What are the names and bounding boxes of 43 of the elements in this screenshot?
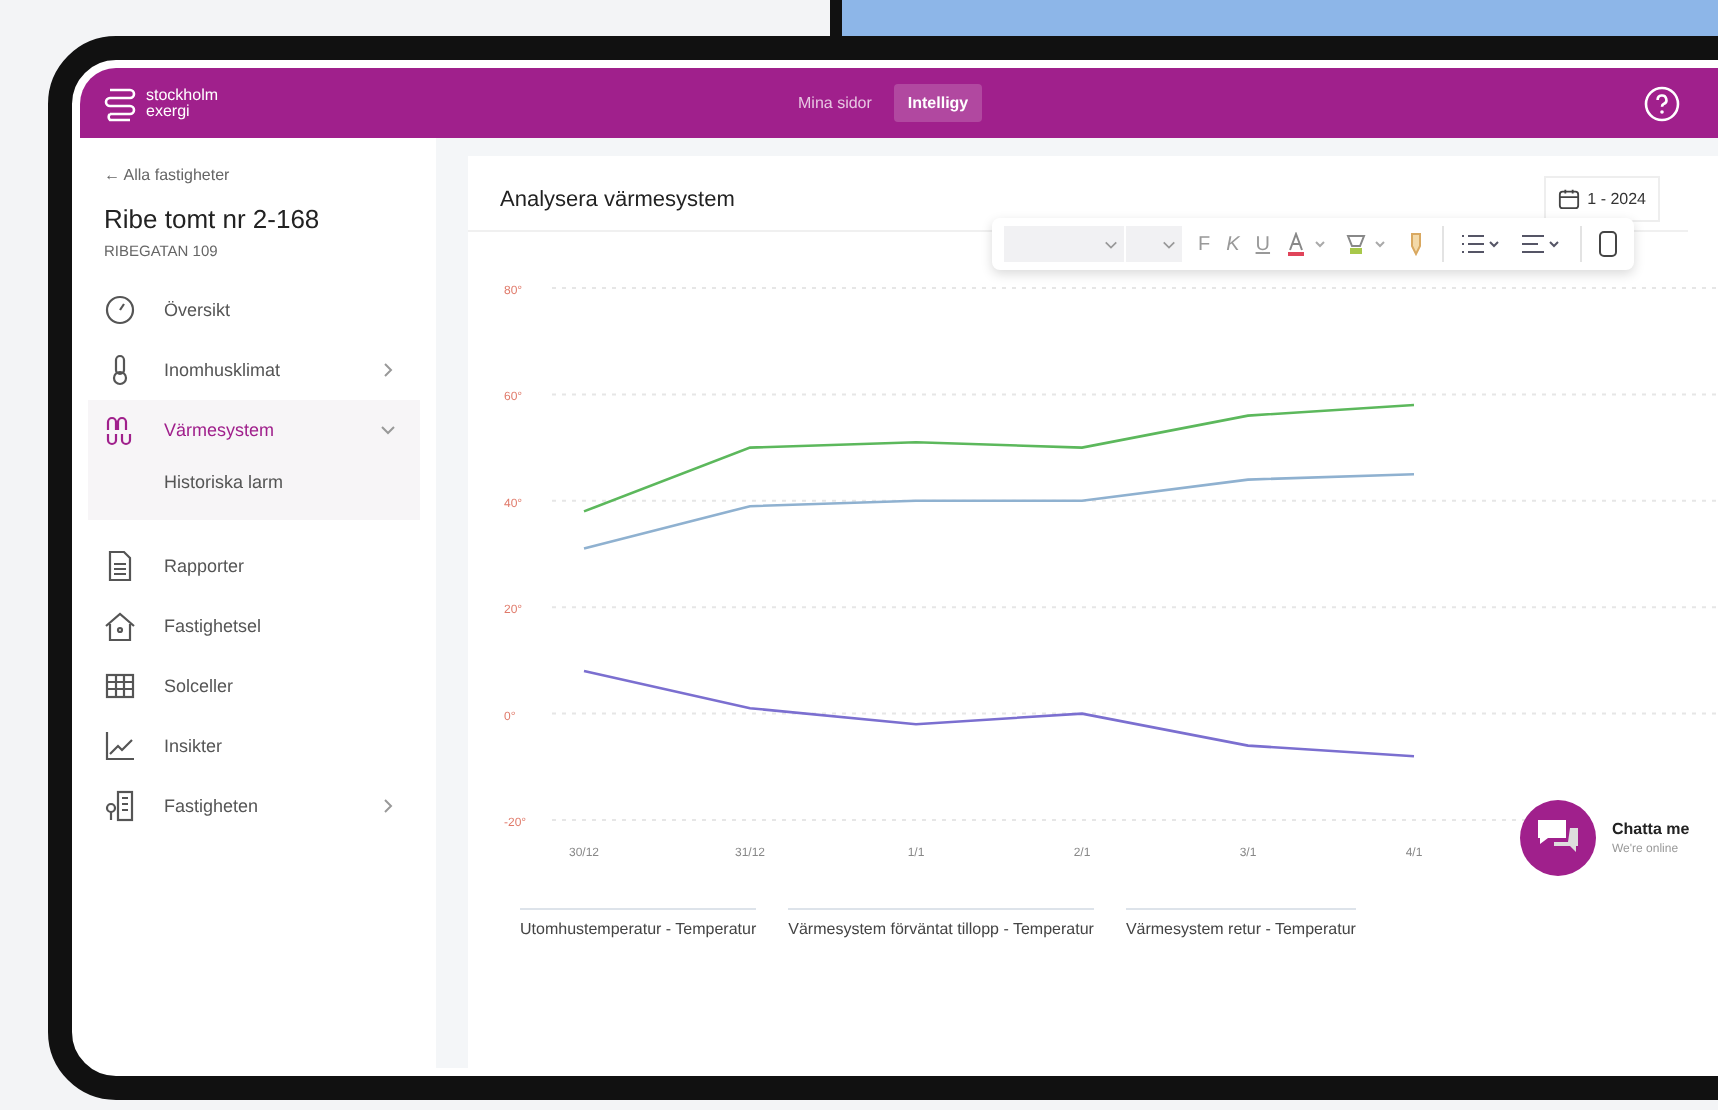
chevron-right-icon <box>380 362 396 378</box>
sidebar-item[interactable]: Översikt <box>104 280 404 340</box>
sidebar-item[interactable]: Fastighetsel <box>104 596 404 656</box>
sidebar-item[interactable]: Solceller <box>104 656 404 716</box>
radiator-icon <box>104 414 136 446</box>
logo-icon <box>104 85 136 121</box>
grid-icon <box>104 670 136 702</box>
logo-text: stockholm <box>146 87 219 103</box>
frame-icon[interactable] <box>1598 230 1619 258</box>
sidebar-item[interactable]: Rapporter <box>104 536 404 596</box>
card-title: Analysera värmesystem <box>500 187 735 211</box>
calendar-icon <box>1557 188 1580 210</box>
help-icon[interactable] <box>1644 85 1680 121</box>
logo-text: exergi <box>146 103 192 119</box>
marker-icon[interactable] <box>1406 232 1427 256</box>
chevron-down-icon <box>380 422 396 438</box>
sidebar-item[interactable]: Fastigheten <box>104 776 404 836</box>
property-name: Ribe tomt nr 2-168 <box>104 204 320 234</box>
text-color-icon[interactable] <box>1286 232 1331 256</box>
back-link[interactable]: ← Alla fastigheter <box>104 166 230 184</box>
sidebar-item[interactable]: Insikter <box>104 716 404 776</box>
legend-item[interactable]: Utomhustemperatur - Temperatur <box>520 908 757 938</box>
chevron-down-icon <box>1162 237 1176 251</box>
chevron-down-icon <box>1104 237 1118 251</box>
chat-button[interactable] <box>1520 800 1596 876</box>
house-icon <box>104 610 136 642</box>
document-icon <box>104 550 136 582</box>
sidebar-item[interactable]: Inomhusklimat <box>104 340 404 400</box>
highlighter-icon[interactable] <box>1346 232 1391 256</box>
chevron-right-icon <box>380 798 396 814</box>
nav-tab[interactable]: Intelligy <box>893 84 983 122</box>
nav-tab[interactable]: Mina sidor <box>784 84 886 122</box>
building-icon <box>104 790 136 822</box>
chat-title: Chatta me <box>1612 820 1690 838</box>
legend-item[interactable]: Värmesystem förväntat tillopp - Temperatur <box>788 908 1094 938</box>
align-icon[interactable] <box>1520 232 1565 256</box>
line-chart-icon <box>104 730 136 762</box>
list-icon[interactable] <box>1460 232 1505 256</box>
sidebar-item[interactable]: Värmesystem <box>104 400 404 460</box>
sidebar-subitem[interactable]: Historiska larm <box>164 472 284 492</box>
legend-item[interactable]: Värmesystem retur - Temperatur <box>1125 908 1356 938</box>
date-button[interactable]: 1 - 2024 <box>1543 176 1660 222</box>
gauge-icon <box>104 294 136 326</box>
